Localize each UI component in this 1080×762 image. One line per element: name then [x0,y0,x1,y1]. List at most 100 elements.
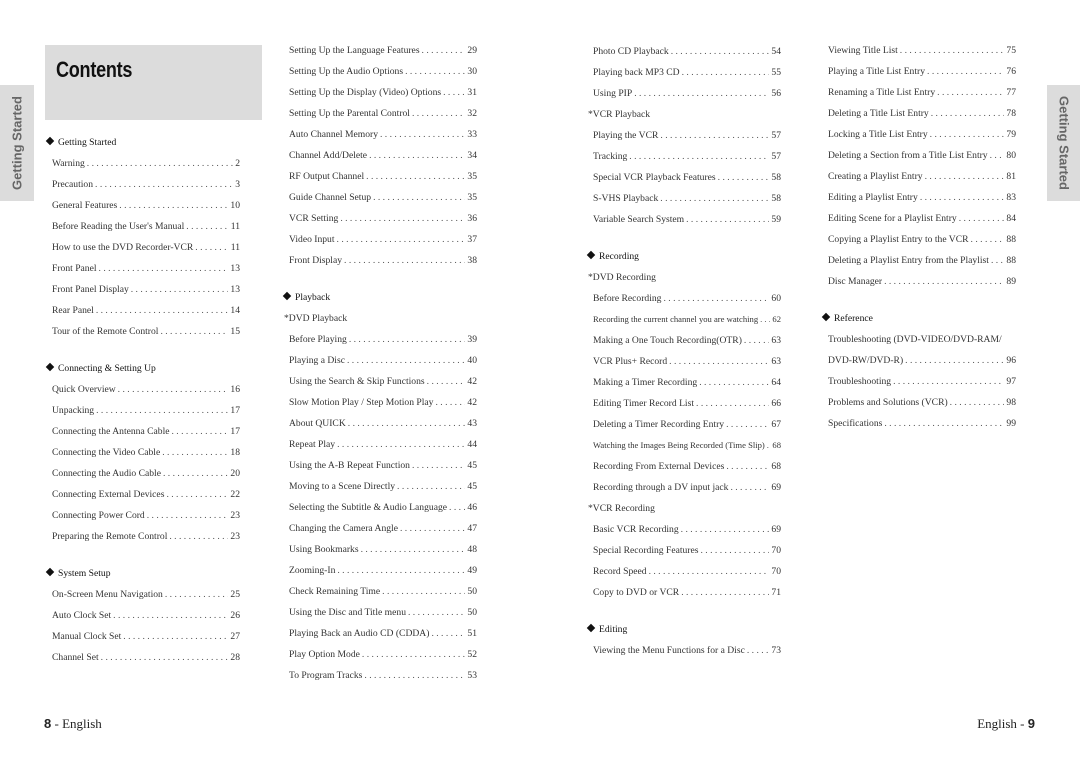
toc-entry[interactable]: Before Playing 39 [289,329,477,350]
toc-entry[interactable]: DVD-RW/DVD-R) 96 [828,350,1016,371]
toc-entry[interactable]: Setting Up the Parental Control 32 [289,103,477,124]
toc-entry-page: 14 [230,305,240,316]
toc-entry-title: Setting Up the Display (Video) Options [289,87,442,98]
toc-entry[interactable]: Setting Up the Audio Options 30 [289,61,477,82]
toc-entry[interactable]: Channel Add/Delete 34 [289,145,477,166]
toc-entry[interactable]: Special VCR Playback Features 58 [593,167,781,188]
toc-entry[interactable]: About QUICK 43 [289,413,477,434]
toc-entry-page: 50 [467,586,477,597]
section-title: System Setup [58,568,111,579]
toc-entry[interactable]: Using Bookmarks 48 [289,539,477,560]
toc-entry[interactable]: Basic VCR Recording 69 [593,519,781,540]
toc-entry[interactable]: Using the A-B Repeat Function 45 [289,455,477,476]
toc-entry[interactable]: Unpacking 17 [52,400,240,421]
toc-entry[interactable]: Manual Clock Set 27 [52,626,240,647]
toc-entry[interactable]: Locking a Title List Entry 79 [828,124,1016,145]
toc-entry[interactable]: Using the Search & Skip Functions 42 [289,371,477,392]
toc-entry[interactable]: Deleting a Section from a Title List Ent… [828,145,1016,166]
toc-entry[interactable]: Making a One Touch Recording(OTR) 63 [593,330,781,351]
dot-leader [931,103,1005,124]
diamond-bullet-icon [821,312,831,322]
toc-entry[interactable]: Creating a Playlist Entry 81 [828,166,1016,187]
toc-entry[interactable]: Using PIP 56 [593,83,781,104]
toc-entry[interactable]: Connecting the Video Cable 18 [52,442,240,463]
toc-entry[interactable]: Guide Channel Setup 35 [289,187,477,208]
toc-entry[interactable]: VCR Plus+ Record 63 [593,351,781,372]
toc-entry[interactable]: Editing a Playlist Entry 83 [828,187,1016,208]
toc-entry[interactable]: Viewing the Menu Functions for a Disc 73 [593,640,781,661]
toc-entry[interactable]: Slow Motion Play / Step Motion Play 42 [289,392,477,413]
toc-entry[interactable]: Moving to a Scene Directly 45 [289,476,477,497]
toc-entry[interactable]: On-Screen Menu Navigation 25 [52,584,240,605]
toc-entry[interactable]: RF Output Channel 35 [289,166,477,187]
toc-entry[interactable]: Specifications 99 [828,413,1016,434]
toc-entry[interactable]: Check Remaining Time 50 [289,581,477,602]
toc-entry[interactable]: To Program Tracks 53 [289,665,477,686]
toc-entry[interactable]: Connecting Power Cord 23 [52,505,240,526]
toc-entry[interactable]: Making a Timer Recording 64 [593,372,781,393]
toc-entry[interactable]: Recording the current channel you are wa… [593,309,781,330]
toc-entry[interactable]: Disc Manager 89 [828,271,1016,292]
toc-entry[interactable]: Using the Disc and Title menu 50 [289,602,477,623]
toc-entry[interactable]: Deleting a Playlist Entry from the Playl… [828,250,1016,271]
toc-entry[interactable]: Tour of the Remote Control 15 [52,321,240,342]
toc-entry[interactable]: Auto Clock Set 26 [52,605,240,626]
toc-entry[interactable]: Special Recording Features 70 [593,540,781,561]
toc-entry[interactable]: Quick Overview 16 [52,379,240,400]
toc-entry[interactable]: Deleting a Title List Entry 78 [828,103,1016,124]
toc-entry[interactable]: S-VHS Playback 58 [593,188,781,209]
toc-entry[interactable]: Playing a Title List Entry 76 [828,61,1016,82]
toc-entry[interactable]: Repeat Play 44 [289,434,477,455]
toc-entry[interactable]: Recording From External Devices 68 [593,456,781,477]
toc-entry[interactable]: Deleting a Timer Recording Entry 67 [593,414,781,435]
toc-entry[interactable]: Watching the Images Being Recorded (Time… [593,435,781,456]
toc-entry[interactable]: Variable Search System 59 [593,209,781,230]
toc-entry[interactable]: Recording through a DV input jack 69 [593,477,781,498]
toc-entry[interactable]: Tracking 57 [593,146,781,167]
toc-entry[interactable]: Playing back MP3 CD 55 [593,62,781,83]
toc-entry[interactable]: Changing the Camera Angle 47 [289,518,477,539]
toc-entry[interactable]: Auto Channel Memory 33 [289,124,477,145]
toc-entry[interactable]: Video Input 37 [289,229,477,250]
toc-entry[interactable]: Zooming-In 49 [289,560,477,581]
toc-entry[interactable]: Before Recording 60 [593,288,781,309]
toc-entry[interactable]: Setting Up the Display (Video) Options 31 [289,82,477,103]
toc-entry[interactable]: Front Panel Display 13 [52,279,240,300]
toc-entry[interactable]: Problems and Solutions (VCR) 98 [828,392,1016,413]
toc-entry[interactable]: Editing Scene for a Playlist Entry 84 [828,208,1016,229]
toc-entry[interactable]: Playing a Disc 40 [289,350,477,371]
toc-entry[interactable]: Warning 2 [52,153,240,174]
toc-entry[interactable]: Front Display 38 [289,250,477,271]
toc-entry[interactable]: Precaution 3 [52,174,240,195]
toc-entry[interactable]: Connecting the Antenna Cable 17 [52,421,240,442]
toc-entry[interactable]: Renaming a Title List Entry 77 [828,82,1016,103]
toc-entry[interactable]: Copy to DVD or VCR 71 [593,582,781,603]
toc-entry[interactable]: Connecting External Devices 22 [52,484,240,505]
toc-entry[interactable]: Playing Back an Audio CD (CDDA) 51 [289,623,477,644]
toc-entry-page: 58 [771,193,781,204]
toc-entry[interactable]: General Features 10 [52,195,240,216]
toc-entry[interactable]: VCR Setting 36 [289,208,477,229]
toc-entry[interactable]: Preparing the Remote Control 23 [52,526,240,547]
toc-entry[interactable]: Channel Set 28 [52,647,240,668]
toc-entry-title: Front Panel [52,263,97,274]
toc-entry[interactable]: Rear Panel 14 [52,300,240,321]
toc-entry[interactable]: Front Panel 13 [52,258,240,279]
toc-entry[interactable]: Setting Up the Language Features 29 [289,40,477,61]
toc-entry[interactable]: Play Option Mode 52 [289,644,477,665]
dot-leader [361,539,466,560]
toc-entry-title: About QUICK [289,418,346,429]
toc-entry[interactable]: Connecting the Audio Cable 20 [52,463,240,484]
toc-entry[interactable]: Record Speed 70 [593,561,781,582]
toc-entry[interactable]: Troubleshooting 97 [828,371,1016,392]
toc-entry[interactable]: Copying a Playlist Entry to the VCR 88 [828,229,1016,250]
toc-entry-page: 69 [771,482,781,493]
toc-entry[interactable]: Viewing Title List 75 [828,40,1016,61]
toc-entry[interactable]: Playing the VCR 57 [593,125,781,146]
toc-entry[interactable]: Selecting the Subtitle & Audio Language 4… [289,497,477,518]
toc-entry[interactable]: Photo CD Playback 54 [593,41,781,62]
toc-entry[interactable]: Editing Timer Record List 66 [593,393,781,414]
toc-entry[interactable]: How to use the DVD Recorder-VCR 11 [52,237,240,258]
toc-entry[interactable]: Before Reading the User's Manual 11 [52,216,240,237]
toc-entry-page: 60 [771,293,781,304]
